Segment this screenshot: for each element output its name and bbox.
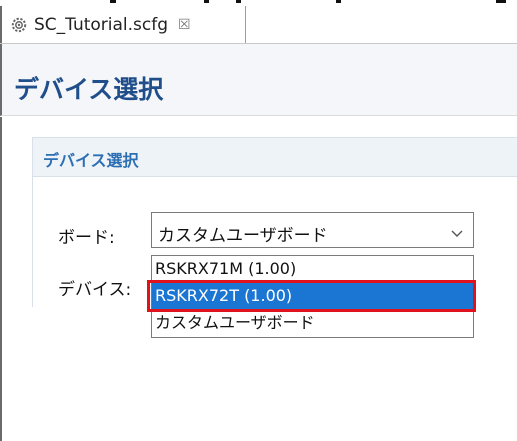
gear-icon [10,16,28,34]
clipped-fragment [336,0,341,3]
tab-sc-tutorial[interactable]: SC_Tutorial.scfg ☒ [0,6,246,43]
tab-label: SC_Tutorial.scfg [34,14,169,35]
board-select-value: カスタムユーザボード [158,226,328,246]
board-label: ボード: [58,228,115,248]
top-clipped-strip [0,0,517,5]
device-label: デバイス: [58,280,132,300]
editor-window: SC_Tutorial.scfg ☒ デバイス選択 デバイス選択 ボード: デバ… [0,0,517,441]
dropdown-option-custom-board[interactable]: カスタムユーザボード [152,310,473,336]
clipped-fragment [204,0,209,3]
device-selection-section-header: デバイス選択 [32,137,517,177]
clipped-fragment [110,0,116,3]
clipped-fragment [236,0,241,3]
clipped-fragment [496,0,506,3]
annotation-highlight-box [147,280,476,312]
editor-tab-bar: SC_Tutorial.scfg ☒ [0,6,517,44]
chevron-down-icon[interactable] [451,224,463,237]
page-title: デバイス選択 [14,75,164,104]
board-select[interactable]: カスタムユーザボード [151,212,474,248]
section-title: デバイス選択 [43,151,139,170]
page-header: デバイス選択 [0,44,517,116]
dropdown-option-rskrx71m[interactable]: RSKRX71M (1.00) [152,256,473,282]
close-icon[interactable]: ☒ [178,17,191,33]
